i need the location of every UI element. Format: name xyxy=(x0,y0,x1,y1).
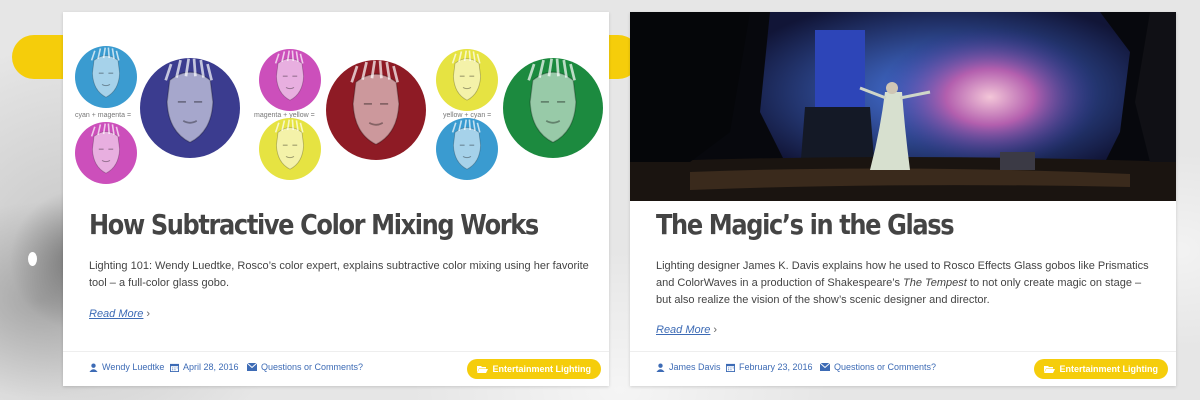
comments-link[interactable]: Questions or Comments? xyxy=(247,362,363,372)
post-title[interactable]: How Subtractive Color Mixing Works xyxy=(89,208,539,241)
calendar-icon xyxy=(726,363,735,372)
category-badge[interactable]: Entertainment Lighting xyxy=(1033,359,1168,379)
gobo-color-mixing-image[interactable]: cyan + magenta = magenta + yellow = yell… xyxy=(63,12,609,200)
read-more-link[interactable]: Read More › xyxy=(656,324,717,336)
post-meta: James Davis February 23, 2016 Questions … xyxy=(630,351,1176,386)
stage-tower xyxy=(815,30,865,110)
date-link[interactable]: February 23, 2016 xyxy=(726,362,813,372)
post-card-subtractive-color: cyan + magenta = magenta + yellow = yell… xyxy=(63,12,609,386)
calendar-icon xyxy=(170,363,179,372)
chevron-right-icon: › xyxy=(713,324,718,336)
folder-open-icon xyxy=(476,366,488,373)
post-title[interactable]: The Magic’s in the Glass xyxy=(656,208,955,241)
category-badge[interactable]: Entertainment Lighting xyxy=(466,359,601,379)
comments-link[interactable]: Questions or Comments? xyxy=(820,362,936,372)
post-card-magic-glass: The Magic’s in the Glass Lighting design… xyxy=(630,12,1176,386)
date-link[interactable]: April 28, 2016 xyxy=(170,362,239,372)
post-excerpt: Lighting 101: Wendy Luedtke, Rosco’s col… xyxy=(89,260,589,289)
caption-3: yellow + cyan = xyxy=(443,112,491,119)
user-icon xyxy=(89,363,98,372)
chevron-right-icon: › xyxy=(146,308,151,320)
post-excerpt: Lighting designer James K. Davis explain… xyxy=(656,260,1149,306)
post-meta: Wendy Luedtke April 28, 2016 Questions o… xyxy=(63,351,609,386)
user-icon xyxy=(656,363,665,372)
envelope-icon xyxy=(247,363,257,371)
caption-2: magenta + yellow = xyxy=(254,112,315,119)
caption-1: cyan + magenta = xyxy=(75,112,131,119)
read-more-link[interactable]: Read More › xyxy=(89,308,150,320)
tempest-stage-photo[interactable] xyxy=(630,12,1176,201)
envelope-icon xyxy=(820,363,830,371)
author-link[interactable]: James Davis xyxy=(656,362,721,372)
author-link[interactable]: Wendy Luedtke xyxy=(89,362,164,372)
folder-open-icon xyxy=(1043,366,1055,373)
decorative-dot xyxy=(28,252,37,266)
